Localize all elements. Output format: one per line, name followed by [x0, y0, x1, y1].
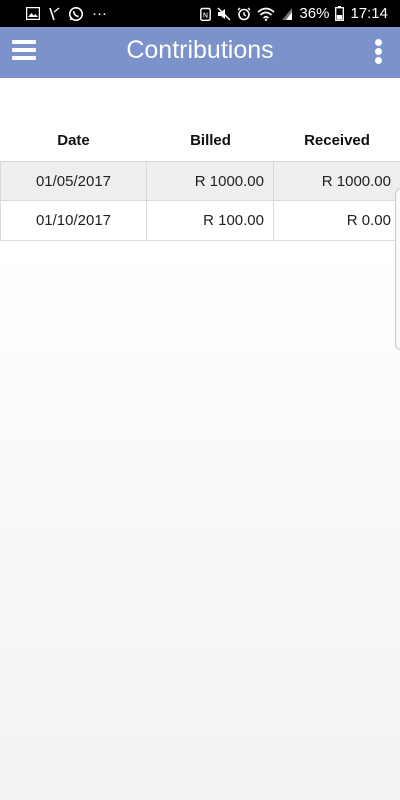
hamburger-menu-icon[interactable]	[10, 37, 40, 67]
more-notifications-indicator: ···	[92, 5, 107, 22]
column-header-received: Received	[304, 132, 370, 149]
mute-icon	[217, 7, 231, 21]
battery-icon	[335, 6, 345, 21]
table-row[interactable]: 01/10/2017 R 100.00 R 0.00	[0, 201, 400, 241]
alarm-icon	[237, 7, 251, 21]
table-header: Date Billed Received	[0, 121, 400, 161]
column-header-billed: Billed	[190, 132, 231, 149]
svg-text:N: N	[203, 11, 208, 19]
gallery-icon	[26, 7, 40, 20]
cell-billed: R 100.00	[147, 201, 274, 240]
edge-panel-handle[interactable]	[395, 188, 400, 350]
battery-percentage: 36%	[299, 5, 330, 22]
nfc-icon: N	[200, 7, 212, 21]
more-vertical-icon[interactable]	[368, 37, 390, 67]
status-bar: ··· N 36% 17:14	[0, 0, 400, 27]
page-title: Contributions	[126, 36, 274, 64]
app-bar: Contributions	[0, 27, 400, 78]
status-bar-left: ···	[26, 0, 107, 27]
cell-date: 01/10/2017	[0, 201, 147, 240]
cell-billed: R 1000.00	[147, 162, 274, 201]
whatsapp-icon	[68, 6, 84, 22]
cell-received: R 0.00	[346, 212, 391, 229]
cell-received: R 1000.00	[321, 173, 391, 190]
contributions-table: 01/05/2017 R 1000.00 R 1000.00 01/10/201…	[0, 161, 400, 241]
table-row[interactable]: 01/05/2017 R 1000.00 R 1000.00	[0, 161, 400, 201]
status-bar-right: N 36% 17:14	[200, 0, 388, 27]
signal-icon	[281, 7, 293, 21]
cell-date: 01/05/2017	[0, 162, 147, 201]
column-header-date: Date	[57, 132, 90, 149]
missed-call-icon	[48, 6, 60, 21]
wifi-icon	[257, 7, 275, 21]
clock: 17:14	[350, 5, 388, 22]
